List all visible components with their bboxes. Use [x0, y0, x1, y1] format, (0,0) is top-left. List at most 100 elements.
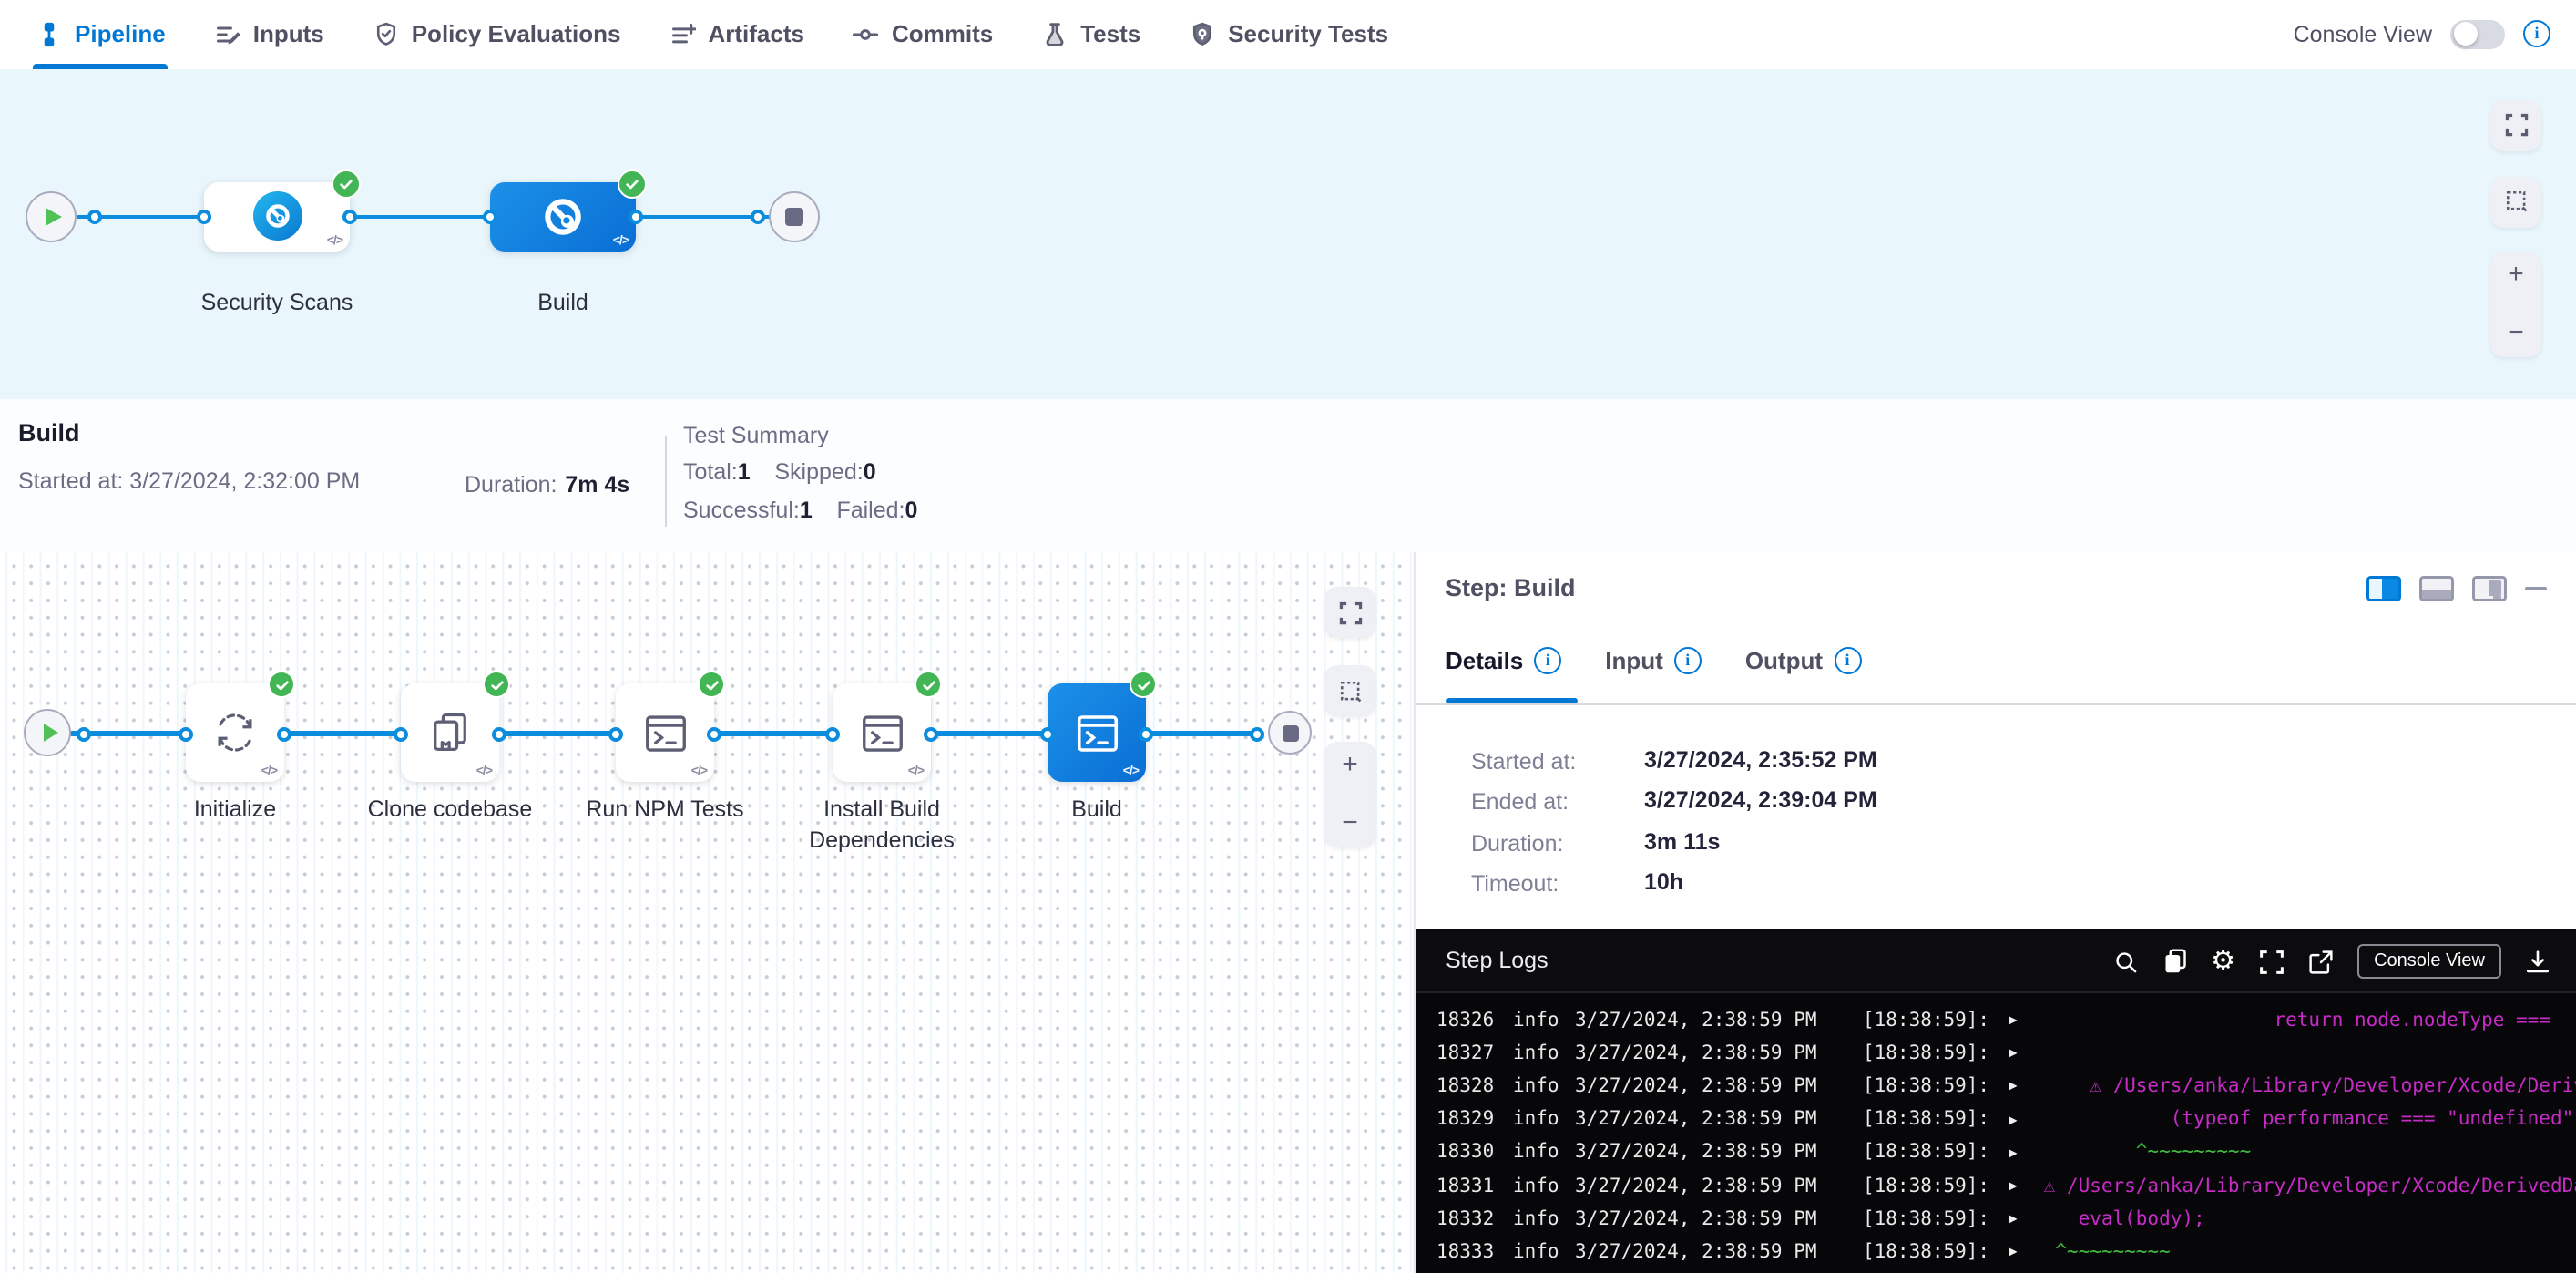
zoom-in-button[interactable]: +	[1342, 755, 1358, 776]
info-icon[interactable]: i	[1834, 647, 1861, 674]
step-node-build[interactable]: </>	[1048, 683, 1146, 782]
clone-icon	[426, 709, 474, 756]
security-scan-stage-icon	[252, 191, 302, 241]
zoom-in-button[interactable]: +	[2508, 263, 2524, 285]
zoom-out-button[interactable]: −	[1342, 813, 1358, 835]
divider	[1415, 703, 2576, 704]
expand-arrow-icon[interactable]: ▶	[2009, 1111, 2018, 1127]
expand-arrow-icon[interactable]: ▶	[2009, 1210, 2018, 1227]
tab-policy-evaluations[interactable]: Policy Evaluations	[373, 21, 621, 48]
tab-label: Commits	[892, 21, 993, 48]
pipeline-start-node[interactable]	[26, 190, 77, 241]
log-time: [18:38:59]:	[1863, 1009, 1989, 1031]
edge-port	[342, 209, 357, 223]
info-icon[interactable]: i	[1674, 647, 1702, 674]
detail-value: 10h	[1644, 868, 1683, 894]
tab-artifacts[interactable]: Artifacts	[670, 21, 804, 48]
success-check-icon	[915, 671, 942, 698]
log-line: 18327info3/27/2024, 2:38:59 PM[18:38:59]…	[1415, 1042, 2576, 1071]
failed-value: 0	[905, 497, 918, 522]
zoom-out-button[interactable]: −	[2508, 322, 2524, 344]
tab-pipeline[interactable]: Pipeline	[36, 21, 166, 48]
log-line-number: 18327	[1436, 1042, 1494, 1063]
info-icon[interactable]: i	[2523, 21, 2550, 48]
log-date: 3/27/2024, 2:38:59 PM	[1575, 1042, 1817, 1063]
step-detail-panel: Step: Build Details i Input i Output	[1413, 552, 2576, 1273]
tab-details[interactable]: Details i	[1446, 647, 1561, 674]
edge-port	[924, 726, 938, 741]
expand-arrow-icon[interactable]: ▶	[2009, 1244, 2018, 1260]
step-node-initialize[interactable]: </>	[186, 683, 284, 782]
log-date: 3/27/2024, 2:38:59 PM	[1575, 1142, 1817, 1164]
tab-label: Artifacts	[708, 21, 804, 48]
split-vertical-view-icon[interactable]	[2366, 576, 2401, 601]
started-at-text: Started at: 3/27/2024, 2:32:00 PM	[18, 467, 360, 493]
log-content: ^~~~~~~~~~	[2032, 1142, 2251, 1164]
success-check-icon	[268, 671, 295, 698]
log-content: eval(body);	[2032, 1207, 2205, 1229]
info-icon[interactable]: i	[1534, 647, 1561, 674]
pipeline-end-node[interactable]	[769, 190, 820, 241]
stage-node-build[interactable]: </>	[490, 181, 636, 251]
execution-graph-canvas[interactable]: </> Initialize </> Clone codebase </>	[0, 552, 1413, 1273]
minimize-panel-icon[interactable]	[2525, 587, 2547, 591]
log-time: [18:38:59]:	[1863, 1207, 1989, 1229]
log-level: info	[1513, 1075, 1559, 1097]
log-line-number: 18331	[1436, 1175, 1494, 1196]
tab-inputs[interactable]: Inputs	[215, 21, 324, 48]
play-icon	[46, 207, 62, 225]
expand-arrow-icon[interactable]: ▶	[2009, 1145, 2018, 1161]
marquee-select-button[interactable]	[2490, 176, 2541, 227]
tab-input[interactable]: Input i	[1605, 647, 1702, 674]
tab-security-tests[interactable]: Security Tests	[1190, 21, 1388, 48]
marquee-select-button[interactable]	[1324, 665, 1375, 716]
fullscreen-button[interactable]	[2490, 99, 2541, 150]
stage-node-security-scans[interactable]: </>	[204, 181, 350, 251]
copy-icon[interactable]	[2162, 948, 2187, 975]
step-node-clone-codebase[interactable]: </>	[401, 683, 499, 782]
search-icon[interactable]	[2112, 949, 2138, 974]
step-node-install-build-dependencies[interactable]: </>	[833, 683, 931, 782]
log-time: [18:38:59]:	[1863, 1241, 1989, 1263]
tab-label: Security Tests	[1228, 21, 1388, 48]
exec-start-node[interactable]	[24, 709, 71, 756]
code-glyph: </>	[1123, 765, 1139, 778]
split-horizontal-view-icon[interactable]	[2419, 576, 2454, 601]
expand-arrow-icon[interactable]: ▶	[2009, 1078, 2018, 1094]
exec-end-node[interactable]	[1268, 711, 1312, 755]
success-check-icon	[332, 169, 361, 198]
settings-gear-icon[interactable]: ⚙	[2211, 948, 2235, 975]
open-in-new-icon[interactable]	[2308, 949, 2334, 974]
log-time: [18:38:59]:	[1863, 1075, 1989, 1097]
log-output[interactable]: 18326info3/27/2024, 2:38:59 PM[18:38:59]…	[1415, 993, 2576, 1273]
edge-port	[483, 209, 497, 223]
expand-arrow-icon[interactable]: ▶	[2009, 1177, 2018, 1194]
console-view-toggle[interactable]	[2450, 20, 2505, 49]
floating-view-icon[interactable]	[2472, 576, 2507, 601]
console-view-button[interactable]: Console View	[2357, 944, 2501, 979]
fullscreen-icon[interactable]	[2259, 949, 2285, 974]
edge-port	[394, 726, 408, 741]
tab-commits[interactable]: Commits	[854, 21, 993, 48]
lower-split-area: </> Initialize </> Clone codebase </>	[0, 552, 2576, 1273]
edge-port	[197, 209, 211, 223]
stage-graph-canvas[interactable]: </> Security Scans </> Build +	[0, 68, 2576, 398]
step-node-run-npm-tests[interactable]: </>	[616, 683, 714, 782]
expand-arrow-icon[interactable]: ▶	[2009, 1011, 2018, 1028]
log-time: [18:38:59]:	[1863, 1142, 1989, 1164]
log-date: 3/27/2024, 2:38:59 PM	[1575, 1075, 1817, 1097]
log-content: ⚠ /Users/anka/Library/Developer/Xcode/De…	[2032, 1075, 2576, 1097]
step-logs-title: Step Logs	[1446, 948, 1549, 973]
play-icon	[43, 724, 57, 742]
tab-output[interactable]: Output i	[1745, 647, 1861, 674]
download-icon[interactable]	[2525, 949, 2550, 974]
zoom-controls: + −	[2490, 251, 2541, 356]
total-label: Total:	[683, 458, 738, 484]
expand-arrow-icon[interactable]: ▶	[2009, 1044, 2018, 1061]
log-line: 18333info3/27/2024, 2:38:59 PM[18:38:59]…	[1415, 1241, 2576, 1270]
detail-value: 3/27/2024, 2:39:04 PM	[1644, 787, 1877, 813]
fullscreen-button[interactable]	[1324, 587, 1375, 638]
stop-icon	[785, 207, 803, 225]
tab-label: Input	[1605, 647, 1663, 674]
tab-tests[interactable]: Tests	[1042, 21, 1140, 48]
